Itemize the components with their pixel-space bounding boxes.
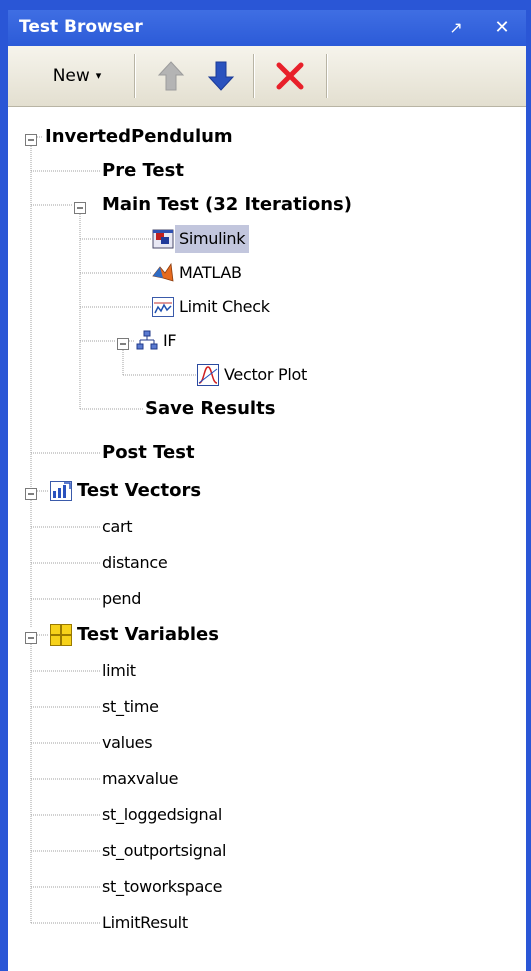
new-button-label: New bbox=[52, 66, 90, 86]
test-tree: InvertedPendulum Pre Test Main Test (32 It… bbox=[8, 107, 526, 971]
toolbar: New ▾ bbox=[8, 46, 526, 107]
new-button[interactable]: New ▾ bbox=[29, 56, 125, 96]
tree-item-save-results[interactable]: Save Results bbox=[145, 395, 275, 423]
tree-item-pre-test[interactable]: Pre Test bbox=[102, 157, 184, 185]
collapse-toggle-icon[interactable] bbox=[25, 629, 37, 644]
tree-item-cart[interactable]: cart bbox=[102, 513, 133, 541]
tree-item-vector-plot[interactable]: Vector Plot bbox=[224, 361, 307, 389]
tree-item-simulink[interactable]: Simulink bbox=[175, 225, 250, 253]
toolbar-separator bbox=[134, 54, 135, 98]
vector-plot-icon bbox=[196, 363, 220, 387]
up-arrow-icon[interactable] bbox=[153, 58, 189, 94]
tree-item-test-vectors[interactable]: Test Vectors bbox=[77, 477, 201, 505]
tree-item-test-variables[interactable]: Test Variables bbox=[77, 621, 219, 649]
tree-item-maxvalue[interactable]: maxvalue bbox=[102, 765, 178, 793]
tree-item-if[interactable]: IF bbox=[163, 327, 177, 355]
tree-item-matlab[interactable]: MATLAB bbox=[179, 259, 242, 287]
tree-connector-lines bbox=[30, 136, 196, 924]
toolbar-separator bbox=[253, 54, 254, 98]
tree-item-invertedpendulum[interactable]: InvertedPendulum bbox=[45, 123, 233, 151]
collapse-toggle-icon[interactable] bbox=[25, 131, 37, 146]
undock-icon[interactable]: ↗ bbox=[444, 16, 468, 40]
test-variables-icon bbox=[49, 623, 73, 647]
matlab-icon bbox=[151, 261, 175, 285]
collapse-toggle-icon[interactable] bbox=[74, 199, 86, 214]
test-vectors-icon bbox=[49, 479, 73, 503]
tree-item-st-loggedsignal[interactable]: st_loggedsignal bbox=[102, 801, 222, 829]
collapse-toggle-icon[interactable] bbox=[117, 335, 129, 350]
delete-x-icon[interactable] bbox=[272, 58, 308, 94]
tree-item-main-test-32-iterations[interactable]: Main Test (32 Iterations) bbox=[102, 191, 352, 219]
tree-item-values[interactable]: values bbox=[102, 729, 153, 757]
collapse-toggle-icon[interactable] bbox=[25, 485, 37, 500]
tree-item-limitresult[interactable]: LimitResult bbox=[102, 909, 188, 937]
limit-check-icon bbox=[151, 295, 175, 319]
tree-item-limit[interactable]: limit bbox=[102, 657, 136, 685]
tree-item-limit-check[interactable]: Limit Check bbox=[179, 293, 270, 321]
down-arrow-icon[interactable] bbox=[203, 58, 239, 94]
toolbar-separator bbox=[326, 54, 327, 98]
panel-title: Test Browser bbox=[19, 17, 143, 37]
title-bar: Test Browser ↗ ✕ bbox=[8, 10, 526, 46]
tree-item-st-toworkspace[interactable]: st_toworkspace bbox=[102, 873, 222, 901]
tree-item-pend[interactable]: pend bbox=[102, 585, 141, 613]
simulink-icon bbox=[151, 227, 175, 251]
tree-item-post-test[interactable]: Post Test bbox=[102, 439, 195, 467]
close-icon[interactable]: ✕ bbox=[490, 16, 514, 40]
if-icon bbox=[135, 329, 159, 353]
tree-item-distance[interactable]: distance bbox=[102, 549, 168, 577]
chevron-down-icon: ▾ bbox=[95, 69, 102, 82]
tree-item-st-outportsignal[interactable]: st_outportsignal bbox=[102, 837, 226, 865]
tree-item-st-time[interactable]: st_time bbox=[102, 693, 159, 721]
test-browser-panel: Test Browser ↗ ✕ New ▾ InvertedPendulum Pr… bbox=[0, 0, 531, 971]
